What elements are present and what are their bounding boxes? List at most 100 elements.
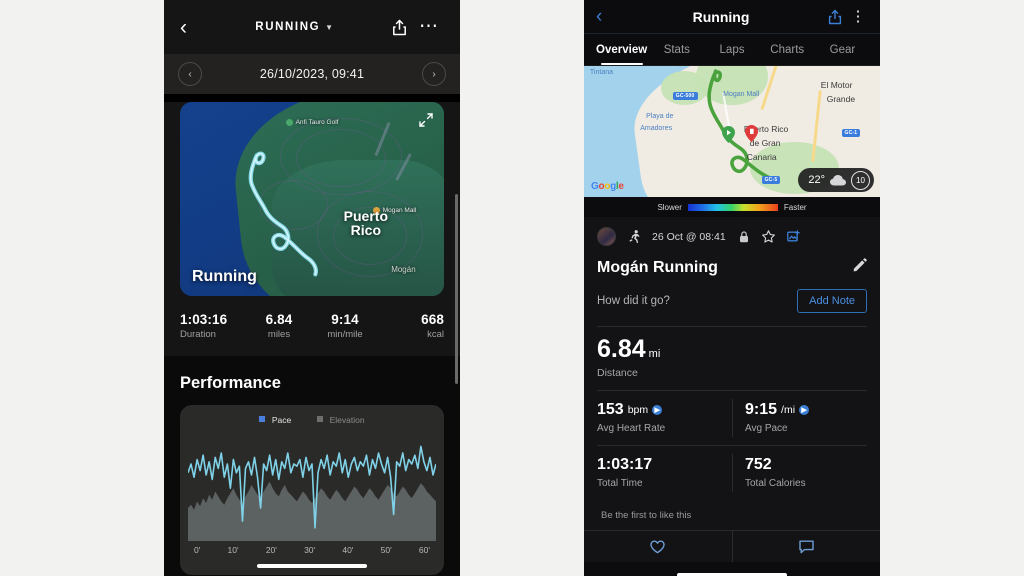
tab-stats[interactable]: Stats (649, 34, 704, 65)
map-road-shield: GC-5 (761, 176, 781, 185)
stat-label: Duration (180, 329, 216, 340)
stat-number: 752 (745, 456, 772, 473)
elevation-area (188, 481, 436, 541)
stat-label: Avg Pace (745, 423, 788, 434)
legend-label: Pace (271, 415, 292, 425)
route-map-card[interactable]: Anfi Tauro Golf Mogan Mall Puerto Rico M… (180, 102, 444, 296)
tab-charts[interactable]: Charts (760, 34, 815, 65)
home-indicator (257, 564, 367, 568)
activity-map[interactable]: GC-500 GC-1 GC-5 Tintana Mogan Mall El M… (584, 66, 880, 197)
performance-section: Performance Pace Elevation 0' 10' 20' 30' 40… (164, 356, 460, 576)
x-tick: 20' (265, 545, 277, 555)
back-icon[interactable]: ‹ (180, 17, 206, 38)
distance-label: Distance (597, 367, 638, 379)
stat-grid-row-1: 153 bpm ▶ Avg Heart Rate 9:15 /mi ▶ Avg … (584, 391, 880, 445)
stat-unit: /mi (781, 404, 796, 416)
x-tick: 0' (194, 545, 201, 555)
x-tick: 30' (304, 545, 316, 555)
stat-distance: 6.84 miles (246, 312, 312, 340)
activity-title-row: Mogán Running (584, 254, 880, 289)
activity-details: 26 Oct @ 08:41 Mogán Running How did it … (584, 217, 880, 562)
x-tick: 10' (227, 545, 239, 555)
map-poi-golf-label: Anfi Tauro Golf (295, 119, 339, 127)
page-title[interactable]: RUNNING ▼ (206, 21, 384, 33)
expand-icon[interactable] (418, 112, 434, 128)
star-icon[interactable] (762, 230, 776, 244)
chart-x-axis: 0' 10' 20' 30' 40' 50' 60' (188, 545, 436, 555)
tab-gear[interactable]: Gear (815, 34, 870, 65)
legend-item-elevation[interactable]: Elevation (317, 415, 365, 425)
lock-icon[interactable] (737, 230, 751, 244)
pencil-icon[interactable] (853, 258, 867, 277)
right-phone-screen: ‹ Running ⋮ Overview Stats Laps Charts Gear … (584, 0, 880, 576)
start-marker-icon (721, 126, 735, 144)
distance-unit: mi (648, 348, 661, 360)
legend-swatch (259, 416, 266, 422)
info-icon[interactable]: ▶ (652, 405, 663, 415)
like-button[interactable] (584, 531, 732, 562)
legend-label: Elevation (329, 415, 365, 425)
stat-unit: bpm (627, 404, 649, 416)
next-day-button[interactable]: › (422, 62, 446, 86)
stat-label: Total Time (597, 478, 643, 489)
google-attribution: Google (591, 181, 624, 192)
weather-badge: 10 (851, 170, 870, 190)
chevron-down-icon: ▼ (325, 22, 335, 32)
left-scroll-area: Anfi Tauro Golf Mogan Mall Puerto Rico M… (164, 102, 460, 576)
stat-value: 6.84 (265, 312, 293, 327)
running-icon (627, 230, 641, 244)
performance-chart-svg (188, 431, 436, 541)
legend-swatch (317, 416, 324, 422)
tab-label: Charts (770, 43, 805, 56)
avatar[interactable] (597, 227, 616, 246)
map-label: Grande (826, 93, 856, 104)
activity-meta-row: 26 Oct @ 08:41 (584, 217, 880, 254)
tab-overview[interactable]: Overview (594, 34, 649, 65)
info-icon[interactable]: ▶ (799, 405, 810, 415)
tab-laps[interactable]: Laps (704, 34, 759, 65)
scrollbar[interactable] (455, 194, 458, 384)
tab-label: Overview (596, 43, 648, 56)
page-title: Running (692, 8, 750, 25)
comment-button[interactable] (731, 531, 881, 562)
more-horizontal-icon[interactable]: ⋯ (414, 17, 444, 36)
share-icon[interactable] (384, 19, 414, 36)
map-label: Playa de (646, 113, 674, 121)
note-row: How did it go? Add Note (584, 289, 880, 326)
stat-calories: 668 kcal (378, 312, 444, 340)
legend-item-pace[interactable]: Pace (259, 415, 291, 425)
stat-value: 1:03:16 (180, 312, 228, 327)
x-tick: 50' (380, 545, 392, 555)
date-navigator: ‹ 26/10/2023, 09:41 › (164, 54, 460, 94)
more-vertical-icon[interactable]: ⋮ (848, 9, 868, 24)
stat-duration: 1:03:16 Duration (180, 312, 246, 340)
stat-avg-heart-rate: 153 bpm ▶ Avg Heart Rate (584, 391, 732, 445)
left-phone-screen: ‹ RUNNING ▼ ⋯ ‹ 26/10/2023, 09:41 › Anfi… (164, 0, 460, 576)
stat-label: Avg Heart Rate (597, 423, 666, 434)
cloud-icon (830, 174, 846, 185)
golf-icon (285, 119, 293, 127)
stat-number: 153 (597, 401, 624, 418)
performance-chart-card[interactable]: Pace Elevation 0' 10' 20' 30' 40' 50' 60' (180, 405, 444, 575)
chart-legend: Pace Elevation (188, 415, 436, 425)
legend-faster-label: Faster (783, 202, 807, 212)
add-note-button[interactable]: Add Note (797, 289, 867, 313)
share-icon[interactable] (822, 9, 848, 25)
legend-slower-label: Slower (657, 202, 682, 212)
speed-gradient-bar (687, 203, 778, 211)
action-bar (584, 530, 880, 562)
stat-label: min/mile (327, 329, 363, 340)
distance-stat: 6.84 mi Distance (584, 327, 880, 390)
back-icon[interactable]: ‹ (596, 6, 620, 28)
like-prompt[interactable]: Be the first to like this (584, 500, 880, 530)
weather-pill: 22° 10 (798, 168, 874, 192)
map-city-line2: Rico (350, 221, 382, 238)
map-road-shield: GC-1 (841, 128, 861, 137)
map-label: Tintana (589, 68, 613, 76)
distance-value: 6.84 mi (597, 337, 867, 362)
previous-day-button[interactable]: ‹ (178, 62, 202, 86)
stat-value: 153 bpm ▶ (597, 401, 719, 419)
speed-legend: Slower Faster (584, 197, 880, 217)
add-photo-icon[interactable] (787, 230, 801, 244)
page-title-text: RUNNING (255, 21, 321, 33)
